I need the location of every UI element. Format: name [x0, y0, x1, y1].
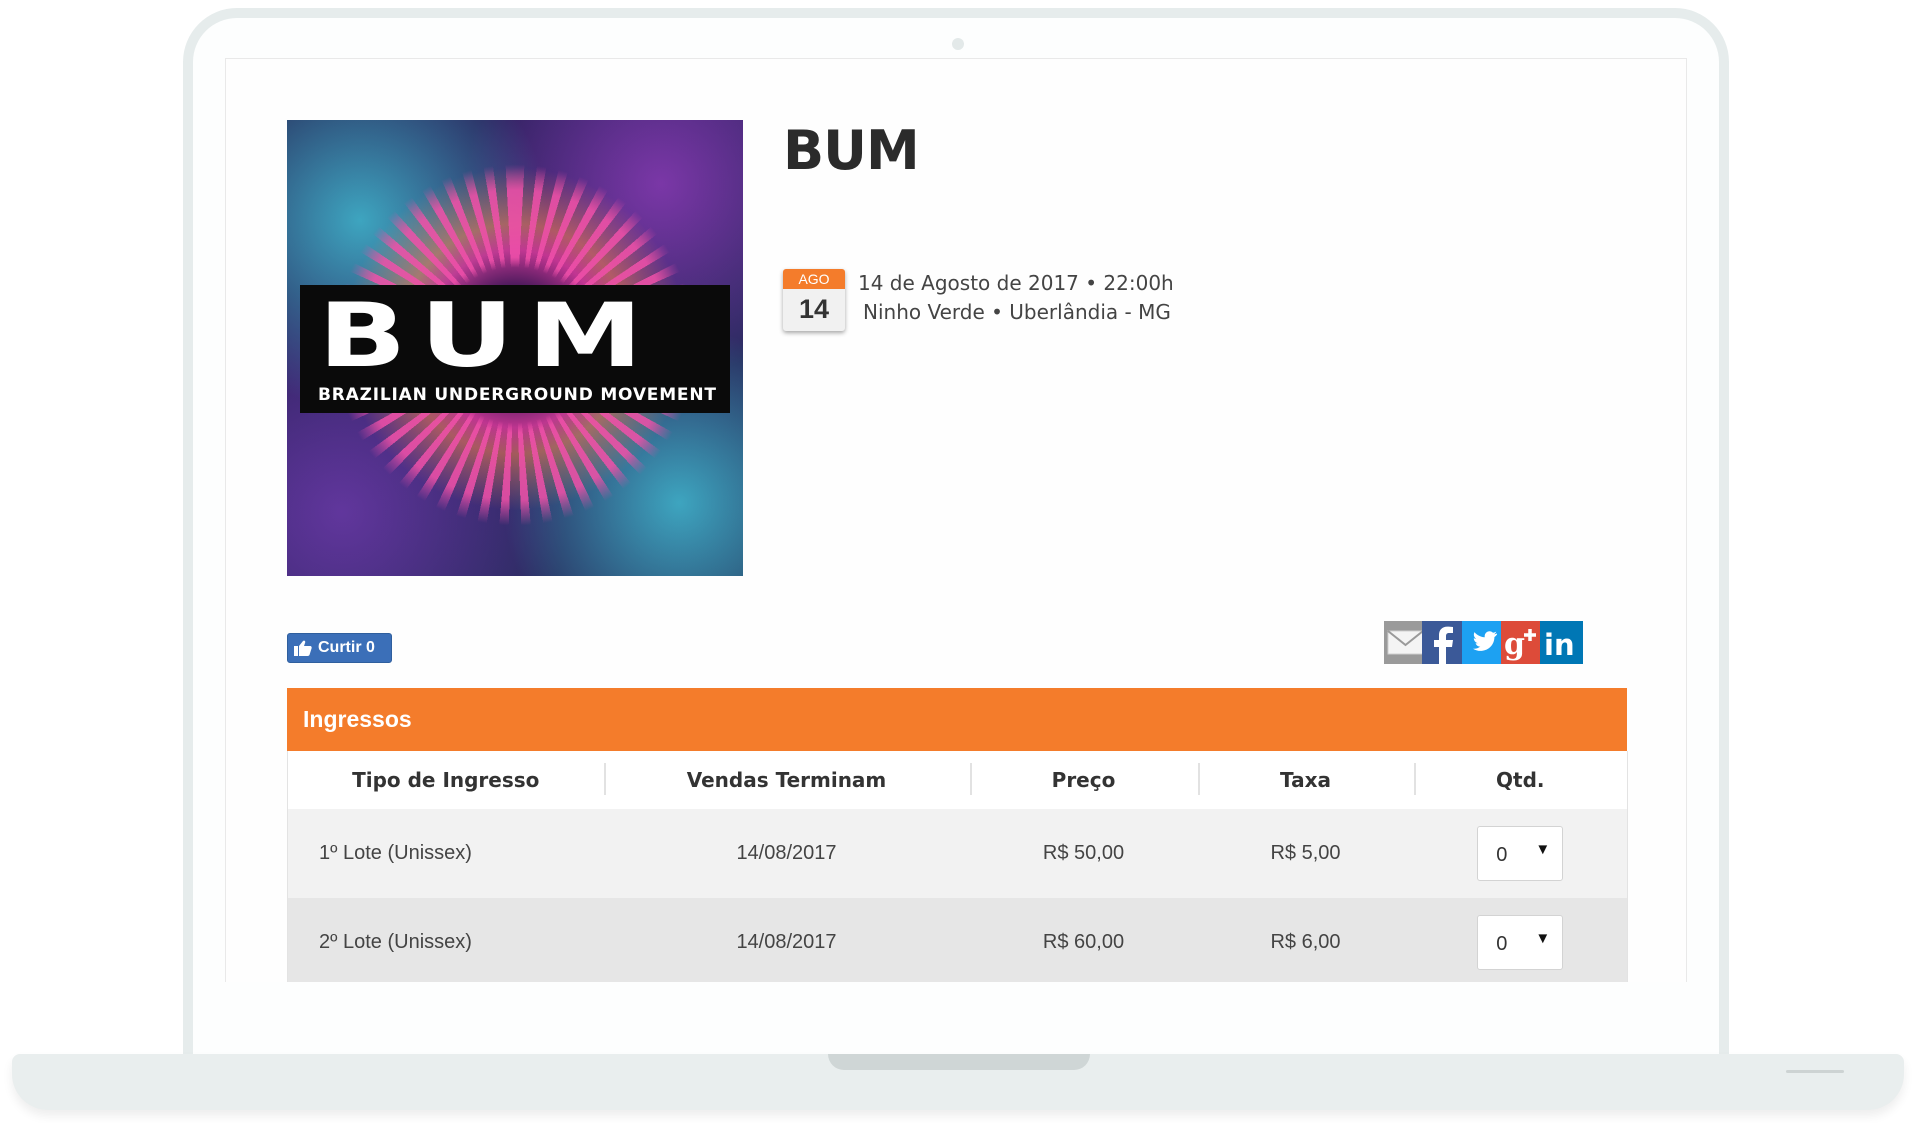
ticket-qty-cell: 0 ▼	[1413, 898, 1628, 982]
tickets-header: Ingressos	[287, 688, 1627, 751]
google-plus-icon[interactable]: g	[1501, 621, 1544, 664]
table-row: 2º Lote (Unissex) 14/08/2017 R$ 60,00 R$…	[287, 898, 1628, 982]
svg-text:g: g	[1504, 627, 1525, 662]
quantity-value: 0	[1496, 933, 1508, 955]
ticket-fee: R$ 6,00	[1197, 898, 1414, 982]
tickets-header-row: Tipo de Ingresso Vendas Terminam Preço T…	[287, 751, 1628, 809]
event-poster: BUM BRAZILIAN UNDERGROUND MOVEMENT	[287, 120, 743, 576]
poster-logo-band: BUM BRAZILIAN UNDERGROUND MOVEMENT	[300, 285, 730, 413]
caret-down-icon: ▼	[1535, 841, 1551, 858]
ticket-sales-end: 14/08/2017	[603, 898, 970, 982]
tickets-table: Tipo de Ingresso Vendas Terminam Preço T…	[287, 751, 1628, 982]
facebook-icon[interactable]	[1422, 621, 1465, 664]
poster-logo-text: BUM	[318, 284, 657, 387]
column-header-type: Tipo de Ingresso	[287, 751, 604, 809]
ticket-qty-cell: 0 ▼	[1413, 809, 1628, 898]
quantity-select[interactable]: 0 ▼	[1477, 826, 1564, 881]
poster-subtitle: BRAZILIAN UNDERGROUND MOVEMENT	[318, 385, 717, 405]
linkedin-icon[interactable]: in	[1540, 621, 1583, 664]
column-header-price: Preço	[969, 751, 1198, 809]
ticket-price: R$ 60,00	[969, 898, 1198, 982]
thumbs-up-icon	[294, 640, 312, 656]
event-title: BUM	[783, 119, 920, 182]
column-header-sales-end: Vendas Terminam	[603, 751, 970, 809]
event-venue: Ninho Verde • Uberlândia - MG	[863, 300, 1171, 324]
quantity-value: 0	[1496, 844, 1508, 866]
like-label: Curtir 0	[318, 639, 375, 656]
calendar-month: AGO	[783, 269, 845, 289]
column-header-qty: Qtd.	[1413, 751, 1628, 809]
twitter-icon[interactable]	[1462, 621, 1505, 664]
svg-text:in: in	[1544, 628, 1575, 662]
laptop-base-line	[1786, 1070, 1844, 1073]
calendar-day: 14	[798, 294, 830, 324]
screen: BUM BRAZILIAN UNDERGROUND MOVEMENT BUM A…	[225, 58, 1687, 982]
caret-down-icon: ▼	[1535, 930, 1551, 947]
ticket-type: 1º Lote (Unissex)	[287, 809, 604, 898]
calendar-date-badge: AGO 14	[783, 269, 845, 331]
ticket-type: 2º Lote (Unissex)	[287, 898, 604, 982]
laptop-camera	[952, 38, 964, 50]
laptop-notch	[828, 1054, 1090, 1070]
quantity-select[interactable]: 0 ▼	[1477, 915, 1564, 970]
table-row: 1º Lote (Unissex) 14/08/2017 R$ 50,00 R$…	[287, 809, 1628, 898]
event-datetime: 14 de Agosto de 2017 • 22:00h	[858, 271, 1174, 295]
ticket-fee: R$ 5,00	[1197, 809, 1414, 898]
ticket-sales-end: 14/08/2017	[603, 809, 970, 898]
ticket-price: R$ 50,00	[969, 809, 1198, 898]
facebook-like-button[interactable]: Curtir 0	[287, 633, 392, 663]
tickets-panel: Ingressos Tipo de Ingresso Vendas Termin…	[287, 688, 1628, 982]
email-icon[interactable]	[1384, 621, 1427, 664]
column-header-fee: Taxa	[1197, 751, 1414, 809]
